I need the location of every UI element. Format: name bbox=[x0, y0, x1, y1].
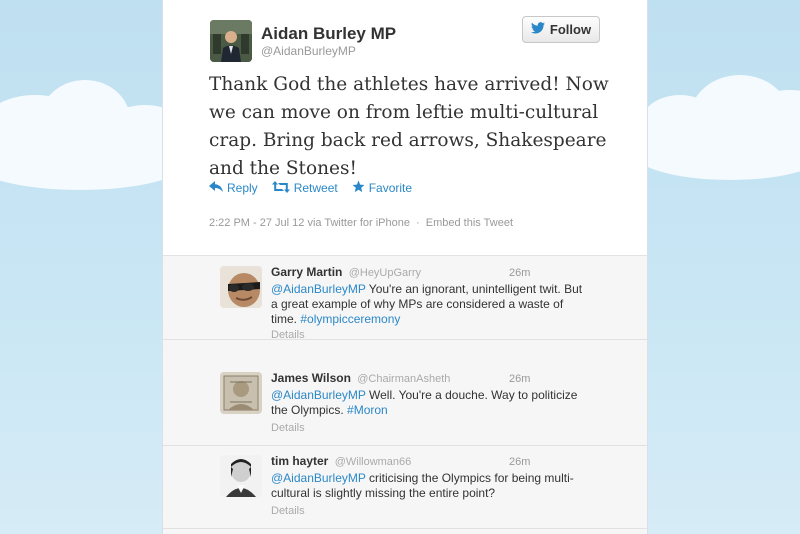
reply-button[interactable]: Reply bbox=[209, 180, 258, 196]
reply-text: @AidanBurleyMP Well. You're a douche. Wa… bbox=[271, 388, 589, 418]
author-handle[interactable]: @AidanBurleyMP bbox=[261, 44, 356, 58]
reply-time[interactable]: 26m bbox=[509, 267, 530, 279]
tweet-actions: Reply Retweet Favorite bbox=[209, 180, 412, 196]
tweet-source: via Twitter for iPhone bbox=[307, 217, 410, 229]
tweet-card: Aidan Burley MP @AidanBurleyMP Follow Th… bbox=[162, 0, 648, 534]
reply-text: @AidanBurleyMP criticising the Olympics … bbox=[271, 471, 589, 501]
replies-section: Garry Martin @HeyUpGarry 26m @AidanBurle… bbox=[163, 255, 647, 534]
tweet-meta: 2:22 PM - 27 Jul 12 via Twitter for iPho… bbox=[209, 217, 513, 229]
retweet-label: Retweet bbox=[293, 181, 338, 195]
reply-avatar[interactable] bbox=[220, 266, 262, 308]
reply-author-handle[interactable]: @Willowman66 bbox=[335, 456, 412, 468]
reply-author-name[interactable]: James Wilson bbox=[271, 371, 351, 385]
reply-item: Garry Martin @HeyUpGarry 26m @AidanBurle… bbox=[163, 256, 647, 341]
reply-header: Garry Martin @HeyUpGarry bbox=[271, 265, 421, 279]
mention-link[interactable]: @AidanBurleyMP bbox=[271, 471, 366, 485]
hashtag-link[interactable]: #olympicceremony bbox=[300, 312, 400, 326]
reply-author-name[interactable]: Garry Martin bbox=[271, 265, 342, 279]
mention-link[interactable]: @AidanBurleyMP bbox=[271, 282, 366, 296]
author-name[interactable]: Aidan Burley MP bbox=[261, 24, 396, 44]
reply-item: tim hayter @Willowman66 26m @AidanBurley… bbox=[163, 445, 647, 529]
cloud bbox=[630, 120, 800, 180]
follow-button[interactable]: Follow bbox=[522, 16, 600, 43]
mention-link[interactable]: @AidanBurleyMP bbox=[271, 388, 366, 402]
reply-time[interactable]: 26m bbox=[509, 456, 530, 468]
reply-label: Reply bbox=[227, 181, 258, 195]
reply-header: James Wilson @ChairmanAsheth bbox=[271, 371, 450, 385]
reply-avatar[interactable] bbox=[220, 455, 262, 497]
reply-author-handle[interactable]: @ChairmanAsheth bbox=[357, 373, 450, 385]
author-avatar[interactable] bbox=[210, 20, 252, 62]
favorite-label: Favorite bbox=[368, 181, 413, 195]
reply-text: @AidanBurleyMP You're an ignorant, unint… bbox=[271, 282, 589, 327]
meta-separator: · bbox=[416, 217, 420, 229]
reply-author-name[interactable]: tim hayter bbox=[271, 454, 328, 468]
hashtag-link[interactable]: #Moron bbox=[347, 403, 388, 417]
favorite-button[interactable]: Favorite bbox=[352, 180, 412, 196]
star-icon bbox=[352, 180, 365, 196]
retweet-button[interactable]: Retweet bbox=[271, 180, 338, 196]
reply-details-link[interactable]: Details bbox=[271, 329, 305, 341]
reply-icon bbox=[209, 181, 223, 195]
reply-details-link[interactable]: Details bbox=[271, 505, 305, 517]
embed-link[interactable]: Embed this Tweet bbox=[426, 217, 513, 229]
reply-avatar[interactable] bbox=[220, 372, 262, 414]
tweet-text: Thank God the athletes have arrived! Now… bbox=[209, 74, 609, 179]
twitter-bird-icon bbox=[530, 22, 545, 37]
reply-item: James Wilson @ChairmanAsheth 26m @AidanB… bbox=[163, 362, 647, 446]
follow-label: Follow bbox=[549, 22, 592, 37]
tweet-timestamp[interactable]: 2:22 PM - 27 Jul 12 bbox=[209, 217, 304, 229]
retweet-icon bbox=[271, 180, 290, 196]
reply-details-link[interactable]: Details bbox=[271, 422, 305, 434]
reply-time[interactable]: 26m bbox=[509, 373, 530, 385]
reply-author-handle[interactable]: @HeyUpGarry bbox=[349, 267, 421, 279]
reply-header: tim hayter @Willowman66 bbox=[271, 454, 411, 468]
